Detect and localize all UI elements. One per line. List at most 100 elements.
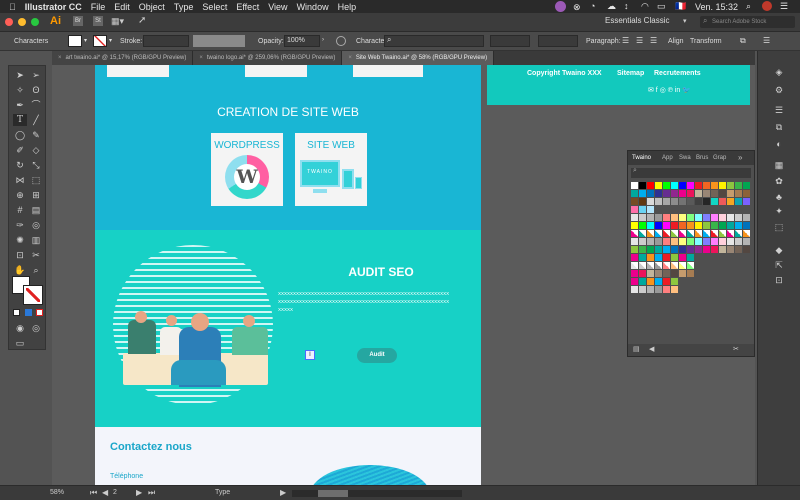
direct-selection-tool-icon[interactable]: ➢ (29, 69, 43, 81)
menu-edit[interactable]: Edit (114, 2, 130, 12)
gradient-tool-icon[interactable]: ▤ (29, 204, 43, 216)
stroke-label[interactable]: Stroke: (120, 38, 142, 45)
color-swatch[interactable] (663, 278, 670, 285)
color-swatch[interactable] (639, 222, 646, 229)
width-tool-icon[interactable]: ⋈ (13, 174, 27, 186)
scale-tool-icon[interactable]: ⤡ (29, 159, 43, 171)
color-swatch[interactable] (663, 238, 670, 245)
column-graph-tool-icon[interactable]: ▥ (29, 234, 43, 246)
color-swatch[interactable] (647, 190, 654, 197)
color-swatch[interactable] (647, 230, 654, 237)
color-mode-icon[interactable] (13, 309, 20, 316)
notifications-icon[interactable]: ☰ (780, 1, 788, 12)
tab-graphic-styles[interactable]: Grap (713, 155, 726, 161)
lasso-tool-icon[interactable]: ʘ (29, 84, 43, 96)
shape-builder-tool-icon[interactable]: ⊕ (13, 189, 27, 201)
color-swatch[interactable] (647, 182, 654, 189)
color-swatch[interactable] (679, 246, 686, 253)
scrollbar-thumb[interactable] (318, 490, 348, 497)
blend-tool-icon[interactable]: ◎ (29, 219, 43, 231)
color-swatch[interactable] (631, 262, 638, 269)
swatch-library-icon[interactable]: ▤ (633, 345, 640, 353)
artboard[interactable]: CREATION DE SITE WEB WORDPRESS W SITE WE… (95, 65, 481, 485)
clock[interactable]: Ven. 15:32 (695, 2, 738, 12)
color-swatch[interactable] (671, 286, 678, 293)
color-swatch[interactable] (687, 254, 694, 261)
draw-normal-icon[interactable]: ◉ (13, 322, 27, 334)
opacity-dropdown-icon[interactable]: › (322, 37, 324, 43)
color-swatch[interactable] (711, 230, 718, 237)
color-swatch[interactable] (695, 182, 702, 189)
libraries-icon[interactable]: ◈ (772, 66, 786, 78)
font-size-field[interactable] (538, 35, 578, 47)
close-window-button[interactable] (5, 18, 13, 26)
audit-title[interactable]: AUDIT SEO (281, 265, 481, 279)
draw-behind-icon[interactable]: ◎ (29, 322, 43, 334)
color-swatch[interactable] (631, 222, 638, 229)
paintbrush-tool-icon[interactable]: ✎ (29, 129, 43, 141)
color-swatch[interactable] (735, 214, 742, 221)
color-swatch[interactable] (639, 206, 646, 213)
zoom-window-button[interactable] (31, 18, 39, 26)
color-swatch[interactable] (671, 238, 678, 245)
selection-tool-icon[interactable]: ➤ (13, 69, 27, 81)
workspace-switcher[interactable]: Essentials Classic (605, 16, 669, 25)
close-icon[interactable]: × (58, 55, 62, 61)
gpu-performance-icon[interactable]: ➚ (138, 15, 146, 26)
color-swatch[interactable] (679, 198, 686, 205)
color-swatch[interactable] (655, 214, 662, 221)
status-circle-icon[interactable]: ⊗ (573, 2, 581, 13)
siri-icon[interactable] (762, 1, 772, 11)
menu-window[interactable]: Window (297, 2, 329, 12)
color-swatch[interactable] (727, 198, 734, 205)
align-panel-link[interactable]: Align (668, 38, 684, 45)
arrange-documents-icon[interactable]: ▦▾ (111, 16, 124, 27)
color-swatch[interactable] (671, 182, 678, 189)
zoom-level[interactable]: 58% (50, 489, 64, 496)
color-swatch[interactable] (663, 190, 670, 197)
color-swatch[interactable] (655, 230, 662, 237)
battery-icon[interactable]: ▭ (657, 1, 666, 12)
color-swatch[interactable] (735, 182, 742, 189)
color-swatch[interactable] (711, 198, 718, 205)
ellipse-tool-icon[interactable]: ◯ (13, 129, 27, 141)
color-swatch[interactable] (695, 190, 702, 197)
color-swatch[interactable] (671, 190, 678, 197)
font-style-field[interactable] (490, 35, 530, 47)
bridge-icon[interactable]: Br (73, 16, 83, 26)
color-swatch[interactable] (679, 182, 686, 189)
color-swatch[interactable] (679, 262, 686, 269)
color-swatch[interactable] (639, 254, 646, 261)
color-swatch[interactable] (703, 230, 710, 237)
perspective-grid-tool-icon[interactable]: ⊞ (29, 189, 43, 201)
color-swatch[interactable] (671, 246, 678, 253)
footer-recruitment[interactable]: Recrutements (654, 70, 701, 77)
links-icon[interactable]: ⬚ (772, 221, 786, 233)
color-swatch[interactable] (631, 190, 638, 197)
footer-copyright[interactable]: Copyright Twaino XXX (527, 70, 602, 77)
color-swatch[interactable] (711, 222, 718, 229)
color-swatch[interactable] (663, 230, 670, 237)
color-swatch[interactable] (655, 182, 662, 189)
type-tool-icon[interactable]: T (13, 114, 27, 126)
artboard-number[interactable]: 2 (113, 489, 117, 496)
status-arrow-icon[interactable]: ↕ (624, 1, 629, 11)
properties-icon[interactable]: ⚙ (772, 84, 786, 96)
footer-artboard[interactable]: Copyright Twaino XXX Sitemap Recrutement… (487, 65, 750, 105)
color-swatch[interactable] (631, 238, 638, 245)
color-swatch[interactable] (711, 214, 718, 221)
none-mode-icon[interactable] (36, 309, 43, 316)
last-artboard-icon[interactable]: ⏭ (148, 488, 155, 498)
color-swatch[interactable] (671, 262, 678, 269)
color-swatch[interactable] (727, 182, 734, 189)
color-swatch[interactable] (631, 286, 638, 293)
color-swatch[interactable] (719, 198, 726, 205)
color-swatch[interactable] (663, 182, 670, 189)
color-swatch[interactable] (639, 230, 646, 237)
tab-twaino[interactable]: Twaino (632, 155, 651, 161)
magic-wand-tool-icon[interactable]: ✧ (13, 84, 27, 96)
color-swatch[interactable] (639, 214, 646, 221)
color-swatch[interactable] (663, 246, 670, 253)
color-swatch[interactable] (671, 222, 678, 229)
color-swatch[interactable] (727, 214, 734, 221)
